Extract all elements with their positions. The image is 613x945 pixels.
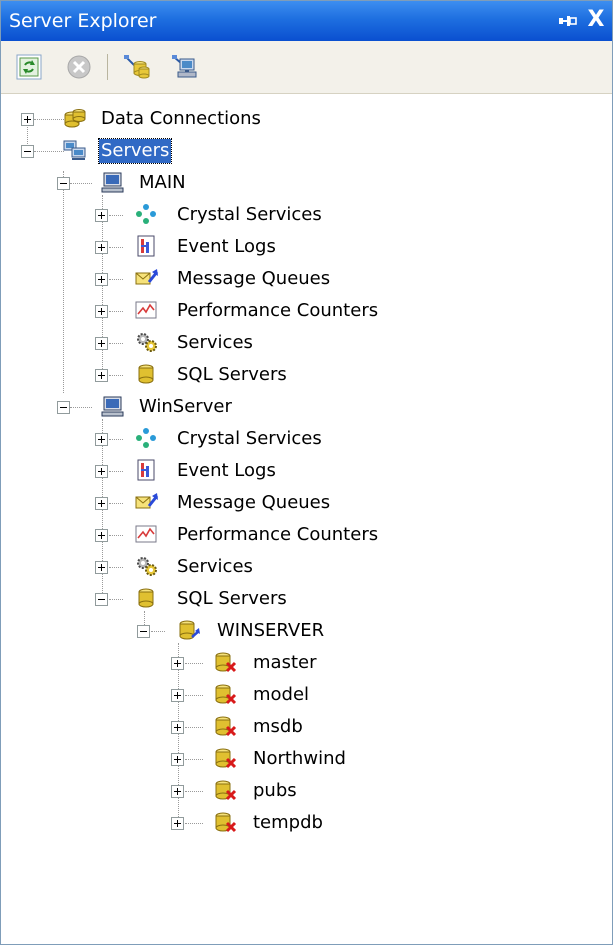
tree-node-label: Crystal Services [177, 428, 322, 449]
expand-icon[interactable] [95, 241, 108, 254]
expand-icon[interactable] [95, 369, 108, 382]
close-icon[interactable]: X [585, 7, 607, 33]
toolbar-separator [107, 54, 108, 80]
expand-icon[interactable] [171, 753, 184, 766]
tree-node-label: Servers [97, 138, 173, 164]
computer-icon [101, 395, 124, 417]
expand-icon[interactable] [21, 113, 34, 126]
database-disconnected-icon [213, 811, 237, 833]
expand-icon[interactable] [171, 817, 184, 830]
expand-icon[interactable] [95, 561, 108, 574]
collapse-icon[interactable] [57, 401, 70, 414]
crystal-services-icon [135, 427, 157, 449]
server-explorer-panel: Server Explorer X Data Connections Serve… [0, 0, 613, 945]
data-connections-icon [63, 107, 86, 129]
toolbar [1, 41, 612, 94]
expand-icon[interactable] [171, 785, 184, 798]
performance-counters-icon [135, 523, 157, 545]
tree-node-label: SQL Servers [177, 588, 287, 609]
database-disconnected-icon [213, 747, 237, 769]
expand-icon[interactable] [95, 305, 108, 318]
computer-icon [101, 171, 124, 193]
tree-node-label: WINSERVER [217, 620, 325, 641]
event-logs-icon [135, 459, 157, 481]
tree-node-label: Data Connections [101, 108, 261, 129]
pushpin-icon[interactable] [557, 10, 579, 32]
connect-to-database-icon[interactable] [123, 53, 151, 81]
expand-icon[interactable] [95, 209, 108, 222]
collapse-icon[interactable] [57, 177, 70, 190]
tree-node-label: Crystal Services [177, 204, 322, 225]
message-queues-icon [135, 491, 159, 513]
database-icon [135, 363, 157, 385]
expand-icon[interactable] [95, 337, 108, 350]
tree-node-label: SQL Servers [177, 364, 287, 385]
database-disconnected-icon [213, 779, 237, 801]
expand-icon[interactable] [95, 273, 108, 286]
collapse-icon[interactable] [21, 145, 34, 158]
tree-node-label: model [253, 684, 310, 705]
expand-icon[interactable] [171, 657, 184, 670]
tree-node-label: Performance Counters [177, 524, 379, 545]
server-tree: Data Connections Servers MAIN Crystal Se… [1, 94, 612, 944]
tree-node-label: Event Logs [177, 236, 276, 257]
expand-icon[interactable] [171, 689, 184, 702]
title-bar: Server Explorer X [1, 1, 612, 41]
tree-node-label: MAIN [139, 172, 186, 193]
expand-icon[interactable] [171, 721, 184, 734]
performance-counters-icon [135, 299, 157, 321]
sql-server-instance-icon [177, 619, 200, 641]
refresh-icon[interactable] [15, 53, 43, 81]
tree-node-label: pubs [253, 780, 297, 801]
expand-icon[interactable] [95, 497, 108, 510]
tree-node-label: WinServer [139, 396, 232, 417]
database-icon [135, 587, 157, 609]
tree-node-label: Message Queues [177, 492, 331, 513]
expand-icon[interactable] [95, 465, 108, 478]
expand-icon[interactable] [95, 433, 108, 446]
tree-node-label: Services [177, 556, 253, 577]
tree-node-label: Message Queues [177, 268, 331, 289]
tree-node-label: Performance Counters [177, 300, 379, 321]
connect-to-server-icon[interactable] [171, 53, 199, 81]
database-disconnected-icon [213, 651, 237, 673]
tree-node-label: Event Logs [177, 460, 276, 481]
collapse-icon[interactable] [95, 593, 108, 606]
event-logs-icon [135, 235, 157, 257]
services-gears-icon [135, 555, 157, 577]
stop-icon[interactable] [65, 53, 93, 81]
database-disconnected-icon [213, 715, 237, 737]
expand-icon[interactable] [95, 529, 108, 542]
tree-node-label: master [253, 652, 317, 673]
database-disconnected-icon [213, 683, 237, 705]
services-gears-icon [135, 331, 157, 353]
servers-icon [63, 139, 86, 161]
tree-node-label: msdb [253, 716, 303, 737]
collapse-icon[interactable] [137, 625, 150, 638]
panel-title: Server Explorer [9, 10, 157, 32]
message-queues-icon [135, 267, 159, 289]
crystal-services-icon [135, 203, 157, 225]
tree-node-label: tempdb [253, 812, 323, 833]
tree-node-label: Services [177, 332, 253, 353]
tree-node-label: Northwind [253, 748, 346, 769]
